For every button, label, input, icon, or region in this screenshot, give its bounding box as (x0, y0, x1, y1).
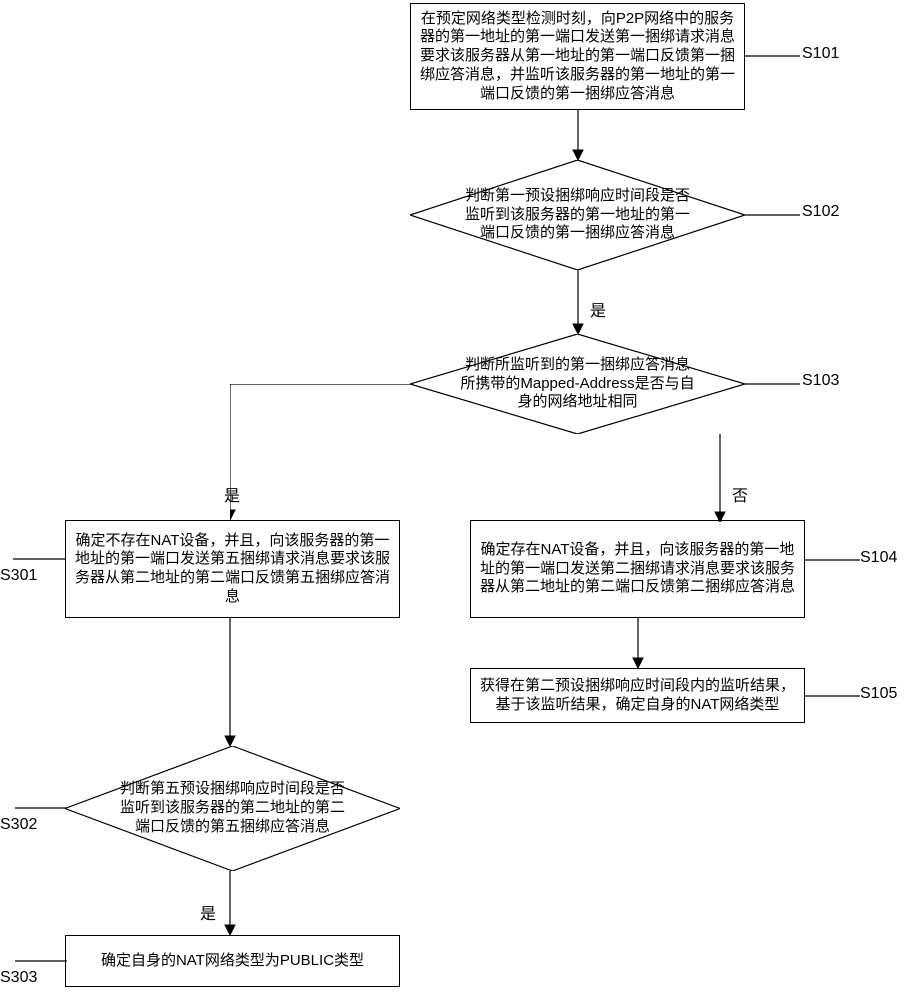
arrow-s301-s302 (222, 618, 238, 746)
node-s104-text: 确定存在NAT设备，并且，向该服务器的第一地址的第一端口发送第二捆绑请求消息要求… (477, 541, 798, 597)
leader-s301 (13, 553, 65, 565)
node-s301: 确定不存在NAT设备，并且，向该服务器的第一地址的第一端口发送第五捆绑请求消息要… (65, 520, 400, 618)
edge-label-s102-s103: 是 (590, 304, 606, 320)
label-s101: S101 (802, 46, 839, 62)
label-s103: S103 (802, 373, 839, 389)
node-s102-text: 判断第一预设捆绑响应时间段是否监听到该服务器的第一地址的第一端口反馈的第一捆绑应… (460, 187, 695, 243)
arrow-s302-s303 (222, 871, 238, 935)
leader-s104 (805, 554, 860, 566)
leader-s302 (15, 802, 67, 814)
label-s303: S303 (0, 970, 37, 986)
label-s102: S102 (802, 204, 839, 220)
leader-s105 (805, 690, 860, 702)
node-s101-text: 在预定网络类型检测时刻，向P2P网络中的服务器的第一地址的第一端口发送第一捆绑请… (417, 10, 738, 104)
arrow-s103-s301 (230, 384, 420, 524)
label-s104: S104 (860, 550, 897, 566)
arrow-s101-s102 (570, 110, 586, 160)
node-s301-text: 确定不存在NAT设备，并且，向该服务器的第一地址的第一端口发送第五捆绑请求消息要… (72, 532, 393, 607)
leader-s102 (745, 209, 800, 221)
label-s105: S105 (860, 686, 897, 702)
edge-label-s103-s104: 否 (732, 489, 748, 505)
node-s105-text: 获得在第二预设捆绑响应时间段内的监听结果，基于该监听结果，确定自身的NAT网络类… (477, 677, 798, 715)
node-s303-text: 确定自身的NAT网络类型为PUBLIC类型 (101, 952, 364, 971)
node-s105: 获得在第二预设捆绑响应时间段内的监听结果，基于该监听结果，确定自身的NAT网络类… (470, 668, 805, 723)
label-s302: S302 (0, 817, 37, 833)
edge-label-s103-s301: 是 (224, 489, 240, 505)
node-s302-text: 判断第五预设捆绑响应时间段是否监听到该服务器的第二地址的第二端口反馈的第五捆绑应… (115, 780, 350, 836)
node-s104: 确定存在NAT设备，并且，向该服务器的第一地址的第一端口发送第二捆绑请求消息要求… (470, 520, 805, 618)
node-s103-text: 判断所监听到的第一捆绑应答消息所携带的Mapped-Address是否与自身的网… (460, 356, 695, 412)
edge-label-s302-s303: 是 (200, 907, 216, 923)
node-s302: 判断第五预设捆绑响应时间段是否监听到该服务器的第二地址的第二端口反馈的第五捆绑应… (65, 746, 400, 871)
arrow-s103-s104 (712, 434, 728, 522)
node-s103: 判断所监听到的第一捆绑应答消息所携带的Mapped-Address是否与自身的网… (410, 334, 745, 434)
label-s301: S301 (0, 568, 37, 584)
leader-s101 (745, 50, 800, 62)
flowchart-canvas: 在预定网络类型检测时刻，向P2P网络中的服务器的第一地址的第一端口发送第一捆绑请… (0, 0, 909, 1000)
arrow-s102-s103 (570, 270, 586, 334)
node-s101: 在预定网络类型检测时刻，向P2P网络中的服务器的第一地址的第一端口发送第一捆绑请… (410, 3, 745, 110)
leader-s303 (15, 955, 67, 967)
node-s102: 判断第一预设捆绑响应时间段是否监听到该服务器的第一地址的第一端口反馈的第一捆绑应… (410, 160, 745, 270)
node-s303: 确定自身的NAT网络类型为PUBLIC类型 (65, 935, 400, 987)
leader-s103 (745, 378, 800, 390)
arrow-s104-s105 (630, 618, 646, 668)
